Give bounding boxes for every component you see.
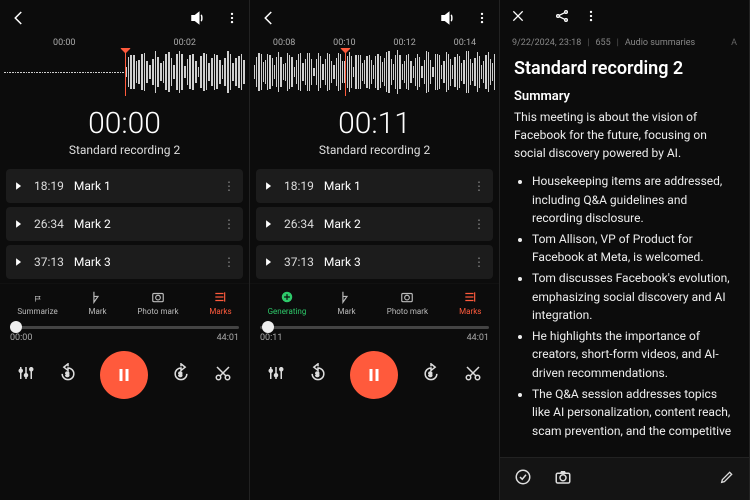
recording-title: Standard recording 2 (250, 143, 499, 157)
mark-more-icon[interactable]: ⋮ (223, 217, 235, 231)
bottom-bar (500, 457, 749, 500)
mark-button[interactable]: Mark (337, 290, 355, 316)
back-icon[interactable] (260, 9, 278, 27)
forward-icon[interactable]: 3 (171, 363, 191, 387)
photo-mark-button[interactable]: Photo mark (137, 290, 178, 316)
recorder-panel-playing: 00:0800:1000:1200:14 00:11 Standard reco… (250, 0, 500, 500)
bullet-item: Tom Allison, VP of Product for Facebook … (532, 230, 735, 267)
progress-slider[interactable]: 00:1144:01 (250, 320, 499, 343)
camera-icon[interactable] (554, 468, 572, 490)
timeline-ticks: 00:0000:02 (0, 38, 249, 48)
meta-bar: 9/22/2024, 23:18| 655| Audio summaries A (500, 36, 749, 54)
summary-label: Summary (514, 89, 735, 104)
pause-button[interactable] (350, 351, 398, 399)
elapsed-time: 00:11 (250, 106, 499, 141)
bullet-item: Housekeeping items are addressed, includ… (532, 172, 735, 228)
toolbar: Summarize Mark Photo mark Marks (0, 283, 249, 320)
summary-panel: 9/22/2024, 23:18| 655| Audio summaries A… (500, 0, 750, 500)
equalizer-icon[interactable] (267, 364, 285, 386)
playback-controls: 3 3 (250, 343, 499, 409)
more-icon[interactable] (584, 8, 598, 28)
progress-slider[interactable]: 00:0044:01 (0, 320, 249, 343)
check-icon[interactable] (514, 468, 532, 490)
edit-icon[interactable] (719, 469, 735, 489)
top-bar (500, 0, 749, 36)
mark-button[interactable]: Mark (89, 290, 107, 316)
ai-icon: A (731, 38, 737, 48)
marks-tab[interactable]: Marks (209, 290, 231, 316)
rewind-icon[interactable]: 3 (58, 363, 78, 387)
bullet-item: He highlights the importance of creators… (532, 327, 735, 383)
mark-row[interactable]: 37:13Mark 3⋮ (6, 245, 243, 279)
speaker-icon[interactable] (189, 9, 207, 27)
more-icon[interactable] (225, 9, 239, 27)
photo-mark-button[interactable]: Photo mark (387, 290, 428, 316)
close-icon[interactable] (510, 8, 526, 28)
summary-text: This meeting is about the vision of Face… (514, 108, 735, 162)
toolbar: Generating Mark Photo mark Marks (250, 283, 499, 320)
equalizer-icon[interactable] (17, 364, 35, 386)
bullet-item: Tom discusses Facebook's evolution, emph… (532, 269, 735, 325)
mark-more-icon[interactable]: ⋮ (223, 179, 235, 193)
timeline-ticks: 00:0800:1000:1200:14 (250, 38, 499, 48)
mark-more-icon[interactable]: ⋮ (473, 179, 485, 193)
summary-content: Standard recording 2 Summary This meetin… (500, 54, 749, 457)
waveform[interactable] (250, 48, 499, 96)
top-bar (0, 0, 249, 36)
forward-icon[interactable]: 3 (421, 363, 441, 387)
back-icon[interactable] (10, 9, 28, 27)
elapsed-time: 00:00 (0, 106, 249, 141)
trim-icon[interactable] (214, 364, 232, 386)
marks-list: 18:19Mark 1⋮ 26:34Mark 2⋮ 37:13Mark 3⋮ (0, 165, 249, 283)
mark-row[interactable]: 18:19Mark 1⋮ (6, 169, 243, 203)
mark-row[interactable]: 26:34Mark 2⋮ (256, 207, 493, 241)
mark-more-icon[interactable]: ⋮ (473, 255, 485, 269)
waveform[interactable] (0, 48, 249, 96)
rewind-icon[interactable]: 3 (308, 363, 328, 387)
speaker-icon[interactable] (439, 9, 457, 27)
summarize-button[interactable]: Summarize (17, 294, 57, 316)
svg-text:3: 3 (315, 370, 319, 378)
marks-list: 18:19Mark 1⋮ 26:34Mark 2⋮ 37:13Mark 3⋮ (250, 165, 499, 283)
mark-row[interactable]: 18:19Mark 1⋮ (256, 169, 493, 203)
pause-button[interactable] (100, 351, 148, 399)
mark-more-icon[interactable]: ⋮ (223, 255, 235, 269)
svg-text:3: 3 (429, 370, 433, 378)
mark-row[interactable]: 26:34Mark 2⋮ (6, 207, 243, 241)
mark-row[interactable]: 37:13Mark 3⋮ (256, 245, 493, 279)
recorder-panel-initial: 00:0000:02 00:00 Standard recording 2 18… (0, 0, 250, 500)
recording-heading: Standard recording 2 (514, 58, 735, 79)
marks-tab[interactable]: Marks (459, 290, 481, 316)
svg-text:3: 3 (65, 370, 69, 378)
more-icon[interactable] (475, 9, 489, 27)
bullet-list: Housekeeping items are addressed, includ… (514, 172, 735, 440)
recording-title: Standard recording 2 (0, 143, 249, 157)
playback-controls: 3 3 (0, 343, 249, 409)
trim-icon[interactable] (464, 364, 482, 386)
top-bar (250, 0, 499, 36)
svg-text:3: 3 (179, 370, 183, 378)
bullet-item: The Q&A session addresses topics like AI… (532, 385, 735, 441)
mark-more-icon[interactable]: ⋮ (473, 217, 485, 231)
generating-button[interactable]: Generating (268, 290, 307, 316)
share-icon[interactable] (554, 8, 570, 28)
